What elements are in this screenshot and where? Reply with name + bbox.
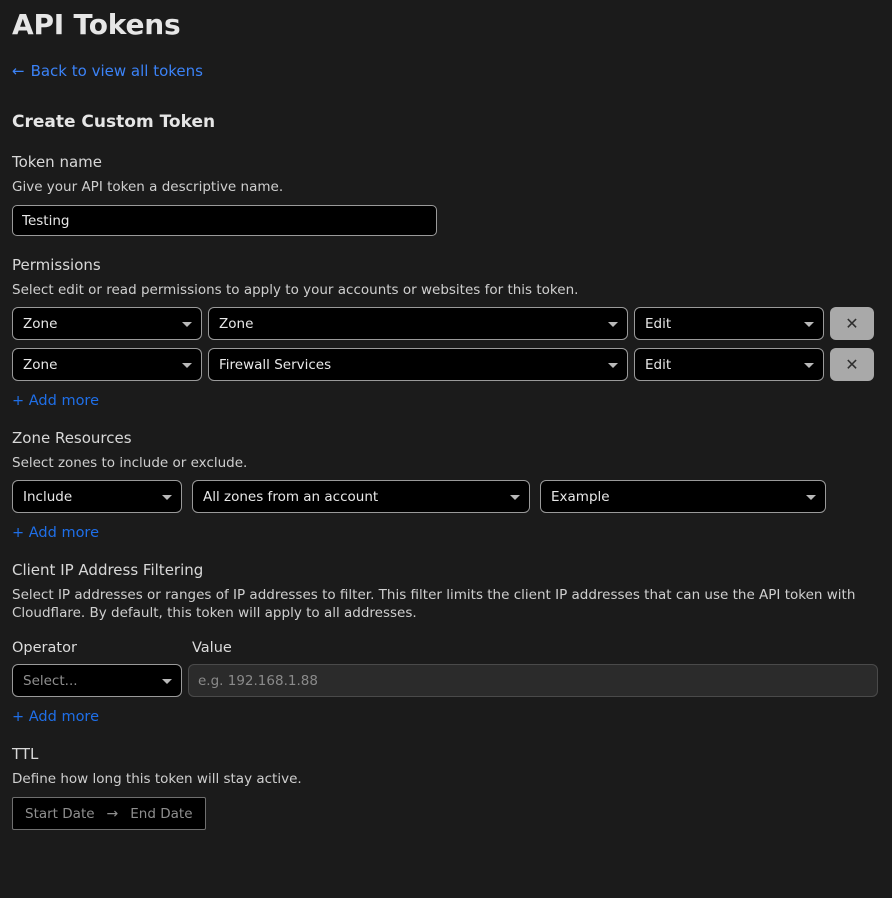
token-name-help: Give your API token a descriptive name. bbox=[12, 179, 284, 195]
token-name-input[interactable] bbox=[12, 205, 437, 236]
chevron-down-icon bbox=[608, 321, 618, 327]
zone-resource-mode-select[interactable]: Include bbox=[12, 480, 182, 513]
permission-scope-value: Zone bbox=[23, 315, 58, 332]
zone-resource-row: Include All zones from an account Exampl… bbox=[12, 480, 880, 513]
client-ip-filtering-label: Client IP Address Filtering bbox=[12, 561, 204, 579]
zone-resources-add-more-link[interactable]: + Add more bbox=[12, 525, 99, 541]
operator-select-value: Select... bbox=[23, 672, 78, 689]
page-title: API Tokens bbox=[12, 8, 181, 41]
value-input-wrapper bbox=[188, 664, 878, 697]
chevron-down-icon bbox=[182, 362, 192, 368]
zone-resources-label: Zone Resources bbox=[12, 429, 132, 447]
permission-row: Zone Firewall Services Edit ✕ bbox=[12, 348, 880, 381]
permission-resource-select[interactable]: Zone bbox=[208, 307, 628, 340]
permissions-help: Select edit or read permissions to apply… bbox=[12, 282, 579, 298]
chevron-down-icon bbox=[804, 321, 814, 327]
close-icon: ✕ bbox=[845, 313, 859, 333]
ttl-end-date[interactable]: End Date bbox=[130, 806, 192, 822]
chevron-down-icon bbox=[162, 494, 172, 500]
permission-access-value: Edit bbox=[645, 315, 672, 332]
permission-row: Zone Zone Edit ✕ bbox=[12, 307, 880, 340]
ttl-help: Define how long this token will stay act… bbox=[12, 771, 302, 787]
remove-permission-button[interactable]: ✕ bbox=[830, 307, 874, 340]
zone-resource-scope-value: All zones from an account bbox=[203, 488, 379, 505]
zone-resource-scope-select[interactable]: All zones from an account bbox=[192, 480, 530, 513]
permission-resource-value: Zone bbox=[219, 315, 254, 332]
permission-access-value: Edit bbox=[645, 356, 672, 373]
permission-scope-value: Zone bbox=[23, 356, 58, 373]
client-ip-add-more-link[interactable]: + Add more bbox=[12, 709, 99, 725]
create-custom-token-heading: Create Custom Token bbox=[12, 112, 216, 132]
client-ip-filter-row: Select... bbox=[12, 664, 880, 697]
ip-value-input[interactable] bbox=[188, 664, 878, 697]
ttl-label: TTL bbox=[12, 745, 39, 763]
permission-resource-value: Firewall Services bbox=[219, 356, 332, 373]
remove-permission-button[interactable]: ✕ bbox=[830, 348, 874, 381]
api-tokens-page: API Tokens ← Back to view all tokens Cre… bbox=[0, 0, 892, 898]
client-ip-column-labels: Operator Value bbox=[12, 640, 880, 656]
chevron-down-icon bbox=[806, 494, 816, 500]
permission-access-select[interactable]: Edit bbox=[634, 348, 824, 381]
chevron-down-icon bbox=[162, 678, 172, 684]
permission-scope-select[interactable]: Zone bbox=[12, 348, 202, 381]
operator-select[interactable]: Select... bbox=[12, 664, 182, 697]
token-name-label: Token name bbox=[12, 153, 102, 171]
zone-resources-help: Select zones to include or exclude. bbox=[12, 455, 248, 471]
permission-resource-select[interactable]: Firewall Services bbox=[208, 348, 628, 381]
operator-label: Operator bbox=[12, 640, 77, 656]
client-ip-filtering-help: Select IP addresses or ranges of IP addr… bbox=[12, 587, 856, 621]
chevron-down-icon bbox=[510, 494, 520, 500]
permissions-label: Permissions bbox=[12, 256, 101, 274]
zone-resource-mode-value: Include bbox=[23, 488, 73, 505]
arrow-left-icon: ← bbox=[12, 61, 25, 80]
ttl-start-date[interactable]: Start Date bbox=[25, 806, 95, 822]
ttl-date-range-picker[interactable]: Start Date → End Date bbox=[12, 797, 206, 830]
permission-scope-select[interactable]: Zone bbox=[12, 307, 202, 340]
value-label: Value bbox=[192, 640, 232, 656]
back-to-all-tokens-link[interactable]: ← Back to view all tokens bbox=[12, 62, 203, 80]
chevron-down-icon bbox=[804, 362, 814, 368]
zone-resource-account-value: Example bbox=[551, 488, 610, 505]
close-icon: ✕ bbox=[845, 354, 859, 374]
chevron-down-icon bbox=[182, 321, 192, 327]
back-link-label: Back to view all tokens bbox=[30, 62, 203, 80]
permissions-add-more-link[interactable]: + Add more bbox=[12, 393, 99, 409]
permission-access-select[interactable]: Edit bbox=[634, 307, 824, 340]
zone-resource-account-select[interactable]: Example bbox=[540, 480, 826, 513]
arrow-right-icon: → bbox=[106, 805, 119, 822]
chevron-down-icon bbox=[608, 362, 618, 368]
